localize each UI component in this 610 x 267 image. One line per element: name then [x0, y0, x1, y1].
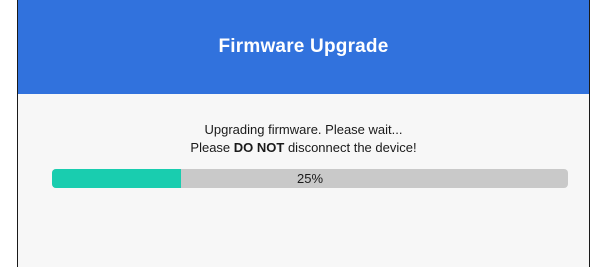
status-message: Upgrading firmware. Please wait...: [204, 122, 403, 137]
dialog-header: Firmware Upgrade: [18, 0, 589, 94]
warning-emphasis: DO NOT: [233, 140, 285, 155]
warning-prefix: Please: [190, 140, 234, 155]
progress-percent-label: 25%: [296, 171, 324, 186]
firmware-upgrade-dialog: Firmware Upgrade Upgrading firmware. Ple…: [17, 0, 590, 267]
dialog-title: Firmware Upgrade: [218, 36, 389, 57]
upgrade-progress-bar: 25%: [52, 169, 568, 188]
warning-suffix: disconnect the device!: [284, 140, 417, 155]
warning-message: Please DO NOT disconnect the device!: [18, 140, 589, 156]
dialog-body: Upgrading firmware. Please wait... Pleas…: [18, 94, 589, 267]
